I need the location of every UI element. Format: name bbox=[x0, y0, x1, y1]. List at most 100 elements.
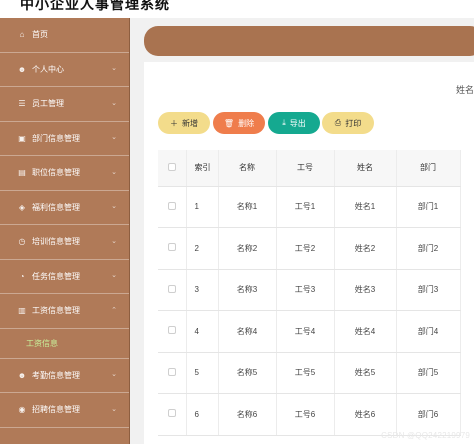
row-checkbox[interactable] bbox=[158, 310, 187, 353]
sidebar-item-label: 员工管理 bbox=[32, 99, 64, 109]
chevron-down-icon: ⌄ bbox=[111, 134, 117, 142]
sidebar-item-label: 培训信息管理 bbox=[32, 237, 80, 247]
sidebar-subitem-salary-info[interactable]: 工资信息 bbox=[0, 329, 129, 359]
chevron-down-icon: ⌄ bbox=[111, 272, 117, 280]
chevron-down-icon: ⌄ bbox=[111, 168, 117, 176]
chevron-down-icon: ⌄ bbox=[111, 405, 117, 413]
sidebar-item-attendance[interactable]: ☻ 考勤信息管理 ⌄ bbox=[0, 359, 129, 393]
sidebar-item-label: 职位信息管理 bbox=[32, 168, 80, 178]
sidebar-item-employees[interactable]: ☰ 员工管理 ⌄ bbox=[0, 87, 129, 122]
cell-employee-no: 工号6 bbox=[276, 393, 335, 436]
export-button[interactable]: ⤓ 导出 bbox=[268, 112, 320, 134]
cell-name: 名称6 bbox=[218, 393, 277, 436]
table-row[interactable]: 5 名称5 工号5 姓名5 部门5 bbox=[158, 352, 461, 394]
watermark: CSDN @QQ242219979 bbox=[381, 431, 470, 440]
chevron-down-icon: ⌄ bbox=[111, 99, 117, 107]
header-bar bbox=[144, 26, 474, 56]
chevron-down-icon: ⌄ bbox=[111, 203, 117, 211]
cell-department: 部门4 bbox=[396, 310, 461, 353]
row-checkbox[interactable] bbox=[158, 269, 187, 311]
sidebar-item-label: 部门信息管理 bbox=[32, 133, 80, 143]
sidebar-item-salary[interactable]: ▥ 工资信息管理 ⌃ bbox=[0, 294, 129, 329]
row-checkbox[interactable] bbox=[158, 227, 187, 270]
search-name-label: 姓名 bbox=[455, 85, 474, 95]
attendance-icon: ☻ bbox=[17, 370, 27, 380]
data-table: 索引 名称 工号 姓名 部门 1 名称1 工号1 姓名1 部门1 2 名称2 工… bbox=[158, 150, 461, 436]
column-header-name[interactable]: 名称 bbox=[218, 150, 277, 187]
cell-employee-no: 工号2 bbox=[276, 227, 335, 270]
export-button-label: 导出 bbox=[289, 118, 306, 128]
cell-department: 部门6 bbox=[396, 393, 461, 436]
select-all-checkbox[interactable] bbox=[158, 150, 187, 187]
task-icon: ◔ bbox=[19, 271, 25, 281]
cell-employee-no: 工号1 bbox=[276, 186, 335, 228]
sidebar-item-label: 考勤信息管理 bbox=[32, 370, 80, 380]
column-header-department[interactable]: 部门 bbox=[396, 150, 461, 187]
cell-index: 4 bbox=[186, 310, 219, 353]
cell-index: 3 bbox=[186, 269, 219, 311]
cell-employee-no: 工号3 bbox=[276, 269, 335, 311]
sidebar-item-benefits[interactable]: ◈ 福利信息管理 ⌄ bbox=[0, 191, 129, 225]
sidebar-item-label: 个人中心 bbox=[32, 64, 64, 74]
bar-chart-icon: ▥ bbox=[18, 306, 26, 316]
sidebar-item-home[interactable]: ⌂ 首页 bbox=[0, 18, 129, 53]
add-button[interactable]: ＋ 新增 bbox=[158, 112, 210, 134]
delete-button[interactable]: 🗑 删除 bbox=[213, 112, 265, 134]
table-row[interactable]: 3 名称3 工号3 姓名3 部门3 bbox=[158, 269, 461, 311]
cell-index: 1 bbox=[186, 186, 219, 228]
cell-person-name: 姓名2 bbox=[334, 227, 397, 270]
trash-icon: 🗑 bbox=[223, 118, 235, 128]
top-bar: 中小企业人事管理系统 bbox=[0, 0, 474, 18]
cell-index: 2 bbox=[186, 227, 219, 270]
sidebar-item-label: 工资信息管理 bbox=[32, 306, 80, 316]
chevron-down-icon: ⌄ bbox=[111, 237, 117, 245]
chevron-down-icon: ⌄ bbox=[111, 371, 117, 379]
cell-department: 部门3 bbox=[396, 269, 461, 311]
sidebar-item-label: 首页 bbox=[32, 30, 48, 40]
sidebar-item-profile[interactable]: ☻ 个人中心 ⌄ bbox=[0, 53, 129, 87]
recruit-icon: ◉ bbox=[18, 405, 26, 415]
column-header-index: 索引 bbox=[186, 150, 219, 187]
download-icon: ⤓ bbox=[282, 118, 286, 127]
cell-index: 5 bbox=[186, 352, 219, 394]
table-row[interactable]: 2 名称2 工号2 姓名2 部门2 bbox=[158, 227, 461, 270]
cell-person-name: 姓名3 bbox=[334, 269, 397, 311]
delete-button-label: 删除 bbox=[238, 118, 255, 128]
cell-department: 部门1 bbox=[396, 186, 461, 228]
print-button-label: 打印 bbox=[345, 118, 362, 128]
gift-icon: ◈ bbox=[18, 202, 26, 212]
sidebar-item-departments[interactable]: ▣ 部门信息管理 ⌄ bbox=[0, 122, 129, 156]
cell-employee-no: 工号5 bbox=[276, 352, 335, 394]
row-checkbox[interactable] bbox=[158, 352, 187, 394]
table-row[interactable]: 4 名称4 工号4 姓名4 部门4 bbox=[158, 310, 461, 353]
cell-department: 部门5 bbox=[396, 352, 461, 394]
main-content: 姓名 ＋ 新增 🗑 删除 ⤓ 导出 ⎙ 打印 索引 名称 工号 姓名 部门 1 … bbox=[130, 18, 474, 444]
row-checkbox[interactable] bbox=[158, 393, 187, 436]
table-row[interactable]: 1 名称1 工号1 姓名1 部门1 bbox=[158, 186, 461, 228]
column-header-employee-no[interactable]: 工号 bbox=[276, 150, 335, 187]
printer-icon: ⎙ bbox=[334, 118, 342, 127]
sidebar-item-recruitment[interactable]: ◉ 招聘信息管理 ⌄ bbox=[0, 393, 129, 428]
cell-department: 部门2 bbox=[396, 227, 461, 270]
home-icon: ⌂ bbox=[19, 30, 25, 40]
id-card-icon: ▤ bbox=[18, 168, 26, 178]
print-button[interactable]: ⎙ 打印 bbox=[322, 112, 374, 134]
cell-name: 名称1 bbox=[218, 186, 277, 228]
cell-name: 名称3 bbox=[218, 269, 277, 311]
cell-person-name: 姓名1 bbox=[334, 186, 397, 228]
sidebar-item-tasks[interactable]: ◔ 任务信息管理 ⌄ bbox=[0, 260, 129, 294]
sidebar-item-label: 福利信息管理 bbox=[32, 202, 80, 212]
cell-index: 6 bbox=[186, 393, 219, 436]
sidebar: ⌂ 首页 ☻ 个人中心 ⌄ ☰ 员工管理 ⌄ ▣ 部门信息管理 ⌄ ▤ 职位信息… bbox=[0, 18, 130, 444]
cell-employee-no: 工号4 bbox=[276, 310, 335, 353]
building-icon: ▣ bbox=[18, 133, 26, 143]
sidebar-item-positions[interactable]: ▤ 职位信息管理 ⌄ bbox=[0, 156, 129, 191]
sidebar-item-training[interactable]: ◷ 培训信息管理 ⌄ bbox=[0, 225, 129, 260]
table-row[interactable]: 6 名称6 工号6 姓名6 部门6 bbox=[158, 393, 461, 436]
chevron-up-icon: ⌃ bbox=[111, 306, 117, 314]
cell-name: 名称4 bbox=[218, 310, 277, 353]
row-checkbox[interactable] bbox=[158, 186, 187, 228]
table-header-row: 索引 名称 工号 姓名 部门 bbox=[158, 150, 461, 187]
cell-person-name: 姓名5 bbox=[334, 352, 397, 394]
column-header-person-name[interactable]: 姓名 bbox=[334, 150, 397, 187]
